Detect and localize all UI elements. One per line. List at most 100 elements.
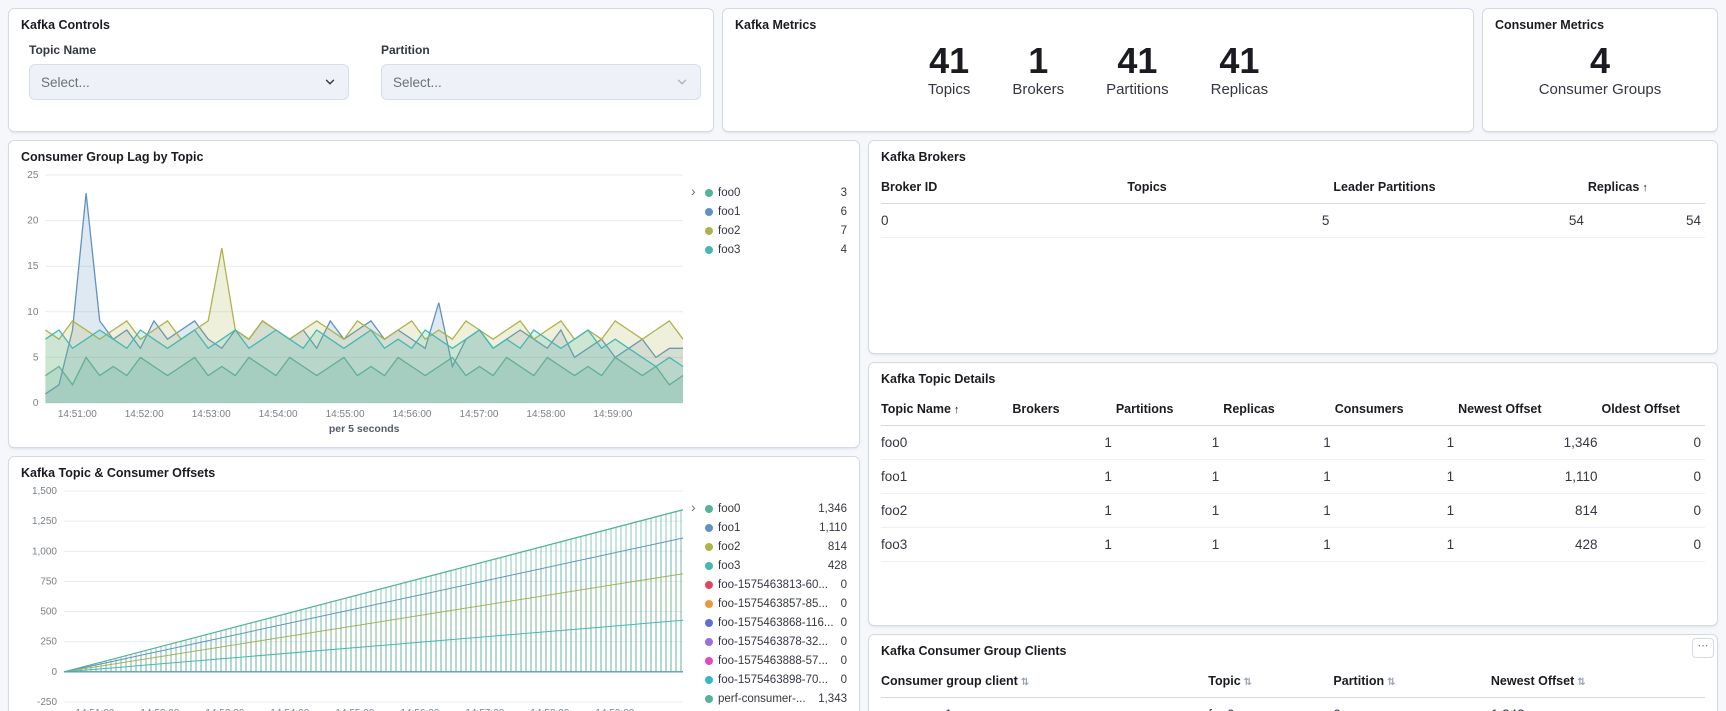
column-header[interactable]: Oldest Offset (1601, 391, 1705, 426)
svg-text:15: 15 (27, 261, 39, 272)
panel-title-consumer-metrics: Consumer Metrics (1495, 17, 1705, 33)
panel-title-kafka-metrics: Kafka Metrics (735, 17, 1461, 33)
column-header[interactable]: Broker ID (881, 169, 1127, 204)
legend-item[interactable]: foo2814 (705, 537, 847, 556)
column-header[interactable]: Leader Partitions (1333, 169, 1588, 204)
column-header[interactable]: Partitions (1116, 391, 1223, 426)
consumer-group-clients-table: Consumer group client⇅Topic⇅Partition⇅Ne… (881, 663, 1705, 711)
table-cell: 814 (1458, 494, 1601, 528)
column-header[interactable]: Newest Offset (1458, 391, 1601, 426)
legend-series-name: foo2 (718, 541, 823, 553)
table-cell: 54 (1588, 204, 1705, 238)
brokers-table: Broker IDTopicsLeader PartitionsReplicas… (881, 169, 1705, 238)
panel-options-button[interactable]: ⋯ (1692, 638, 1714, 658)
legend-item[interactable]: foo-1575463888-57...0 (705, 651, 847, 670)
svg-text:500: 500 (40, 607, 57, 618)
table-cell: consumer-1 (881, 698, 1208, 711)
column-header[interactable]: Topic⇅ (1208, 663, 1333, 698)
sort-icon: ⇅ (1387, 677, 1395, 688)
series-color-dot (705, 695, 713, 703)
panel-consumer-group-lag: Consumer Group Lag by Topic 051015202514… (8, 140, 860, 448)
legend-item[interactable]: foo27 (705, 221, 847, 240)
kafka-metrics-row: 41Topics1Brokers41Partitions41Replicas (735, 42, 1461, 98)
legend-series-value: 0 (841, 598, 847, 610)
legend-item[interactable]: foo34 (705, 240, 847, 259)
svg-text:14:55:00: 14:55:00 (326, 409, 365, 420)
legend-series-name: perf-consumer-... (718, 693, 813, 705)
table-cell: foo0 (881, 426, 1012, 460)
chevron-down-icon (675, 75, 689, 89)
table-cell: 0 (1601, 460, 1705, 494)
table-cell: 428 (1458, 528, 1601, 562)
legend-series-value: 1,343 (818, 693, 847, 705)
legend-item[interactable]: foo-1575463868-116... 0 (705, 613, 847, 632)
table-cell: 5 (1127, 204, 1333, 238)
table-row: consumer-1foo001,343 (881, 698, 1705, 711)
svg-text:14:56:00: 14:56:00 (393, 409, 432, 420)
svg-text:0: 0 (33, 398, 39, 409)
series-color-dot (705, 543, 713, 551)
legend-item[interactable]: foo-1575463878-32...0 (705, 632, 847, 651)
metric: 4Consumer Groups (1539, 42, 1662, 98)
legend-series-name: foo0 (718, 503, 813, 515)
legend-expand-icon[interactable]: › (691, 499, 702, 711)
legend-item[interactable]: foo-1575463857-85...0 (705, 594, 847, 613)
column-header[interactable]: Newest Offset⇅ (1491, 663, 1705, 698)
table-cell: 1 (1116, 494, 1223, 528)
chevron-down-icon (323, 75, 337, 89)
series-color-dot (705, 657, 713, 665)
legend-series-value: 0 (841, 617, 847, 629)
column-header[interactable]: Topics (1127, 169, 1333, 204)
partition-select[interactable]: Select... (381, 64, 701, 100)
legend-series-name: foo-1575463878-32... (718, 636, 836, 648)
series-color-dot (705, 246, 713, 254)
table-cell: 1 (1012, 494, 1115, 528)
panel-title-kafka-brokers: Kafka Brokers (881, 149, 1705, 165)
metric-value: 41 (1106, 42, 1169, 81)
column-header[interactable]: Replicas (1223, 391, 1334, 426)
column-header[interactable]: Consumer group client⇅ (881, 663, 1208, 698)
series-color-dot (705, 562, 713, 570)
panel-kafka-topic-details: Kafka Topic Details Topic Name↑BrokersPa… (868, 362, 1718, 626)
svg-text:14:57:00: 14:57:00 (460, 409, 499, 420)
topic-name-select[interactable]: Select... (29, 64, 349, 100)
series-color-dot (705, 600, 713, 608)
svg-text:20: 20 (27, 216, 39, 227)
kafka-dashboard: Kafka Controls Topic Name Select... Part… (0, 0, 1726, 711)
column-header[interactable]: Topic Name↑ (881, 391, 1012, 426)
legend-series-name: foo-1575463898-70... (718, 674, 836, 686)
legend-item[interactable]: foo0 1,346 (705, 499, 847, 518)
legend-series-value: 7 (841, 225, 847, 237)
legend-item[interactable]: foo3428 (705, 556, 847, 575)
column-header[interactable]: Replicas↑ (1588, 169, 1705, 204)
legend-item[interactable]: foo16 (705, 202, 847, 221)
table-cell: 1 (1116, 426, 1223, 460)
series-color-dot (705, 189, 713, 197)
table-cell: 1 (1223, 528, 1334, 562)
legend-expand-icon[interactable]: › (691, 183, 702, 437)
svg-text:250: 250 (40, 637, 57, 648)
legend-item[interactable]: foo11,110 (705, 518, 847, 537)
legend-series-value: 1,346 (818, 503, 847, 515)
panel-title-kafka-topic-details: Kafka Topic Details (881, 371, 1705, 387)
metric: 1Brokers (1012, 42, 1064, 98)
legend-item[interactable]: perf-consumer-... 1,343 (705, 689, 847, 708)
table-row: foo111111,1100 (881, 460, 1705, 494)
legend-series-name: foo-1575463868-116... (718, 617, 836, 629)
legend-item[interactable]: foo-1575463813-60...0 (705, 575, 847, 594)
legend-item[interactable]: foo03 (705, 183, 847, 202)
table-cell: 0 (1601, 426, 1705, 460)
svg-text:1,000: 1,000 (32, 546, 57, 557)
metric-label: Consumer Groups (1539, 81, 1662, 98)
column-header[interactable]: Partition⇅ (1333, 663, 1490, 698)
legend-item[interactable]: foo-1575463898-70...0 (705, 670, 847, 689)
series-color-dot (705, 676, 713, 684)
lag-chart-container: 051015202514:51:0014:52:0014:53:0014:54:… (21, 169, 847, 437)
metric-value: 4 (1539, 42, 1662, 81)
column-header[interactable]: Consumers (1335, 391, 1458, 426)
svg-text:14:51:00: 14:51:00 (58, 409, 97, 420)
column-header[interactable]: Brokers (1012, 391, 1115, 426)
metric-label: Topics (928, 81, 971, 98)
partition-placeholder: Select... (393, 75, 442, 90)
series-color-dot (705, 638, 713, 646)
